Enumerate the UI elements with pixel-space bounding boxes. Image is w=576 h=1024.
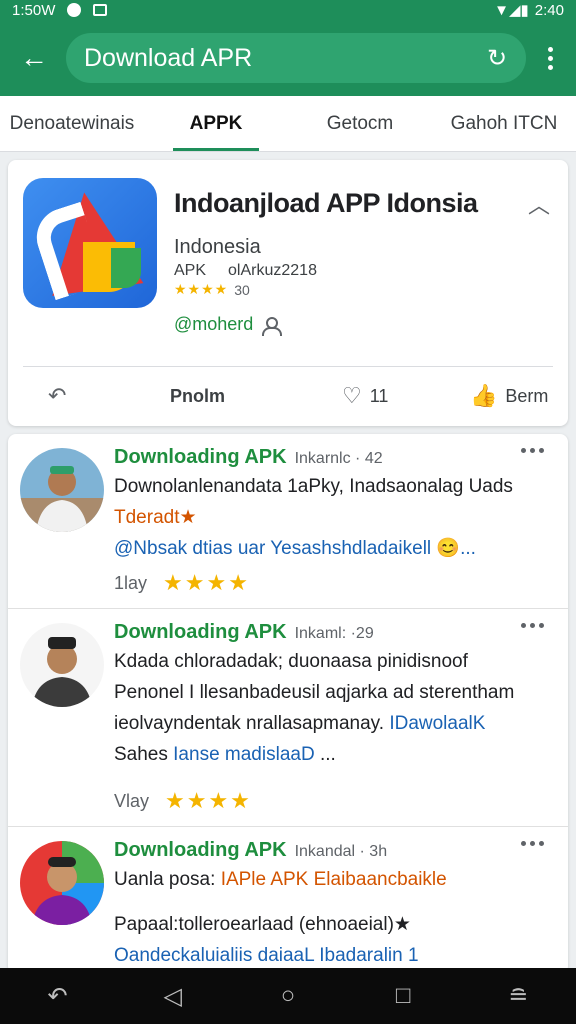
home-circle-icon[interactable]: ○: [268, 982, 308, 1010]
refresh-icon[interactable]: ↻: [482, 43, 512, 73]
app-subtitle: Indonesia: [174, 236, 261, 258]
search-bar[interactable]: Download APR ↻: [66, 33, 526, 83]
system-nav-bar: ↶ ◁ ○ □ ≘: [0, 968, 576, 1024]
avatar[interactable]: [20, 448, 104, 532]
avatar[interactable]: [20, 623, 104, 707]
app-info-card: Indoanjload APP Idonsia ︿ Indonesia APK o…: [8, 160, 568, 426]
review-text: Uanla posa: IAPle APK Elaibaancbaikle Pa…: [114, 864, 552, 971]
review-item: Downloading APK Inkaml: ·29 Kdada chlora…: [8, 609, 568, 827]
search-input[interactable]: Download APR: [84, 44, 482, 73]
status-time: 1:50W: [12, 1, 56, 19]
avatar[interactable]: [20, 841, 104, 925]
app-logo-icon[interactable]: [23, 178, 157, 308]
person-add-icon[interactable]: [261, 316, 283, 336]
image-notification-icon: [93, 4, 108, 16]
review-line-text: Sahes: [114, 744, 168, 765]
signal-icon: ▼◢▮: [494, 2, 529, 19]
review-line: ieolvayndentak nrallasapmanay. IDawolaal…: [114, 708, 552, 739]
review-line: Papaal:tolleroearlaad (ehnoaeial)★: [114, 914, 411, 935]
tab-apk[interactable]: APPK: [144, 96, 288, 151]
review-text: Kdada chloradadak; duonaasa pinidisnoof …: [114, 646, 552, 770]
primary-action-button[interactable]: Pnolm: [170, 386, 225, 407]
recents-square-icon[interactable]: □: [383, 982, 423, 1010]
more-options-icon[interactable]: [521, 841, 544, 846]
review-date: 1lay: [114, 572, 148, 593]
review-line: Tderadt★: [114, 507, 197, 528]
chevron-up-icon[interactable]: ︿: [526, 188, 552, 218]
developer-link[interactable]: @moherd: [174, 314, 283, 336]
back-triangle-icon[interactable]: ◁: [153, 982, 193, 1011]
review-ellipsis: ...: [319, 744, 336, 765]
thumbs-up-label: Berm: [505, 385, 549, 406]
app-bar: ← Download APR ↻: [0, 20, 576, 96]
app-meta: APK olArkuz2218: [174, 262, 317, 280]
review-link[interactable]: IDawolaalK: [389, 713, 485, 734]
more-options-icon[interactable]: [521, 623, 544, 628]
review-author[interactable]: Downloading APK: [114, 446, 287, 469]
review-author[interactable]: Downloading APK: [114, 839, 287, 862]
thumbs-up-button[interactable]: 👍 Berm: [470, 383, 548, 409]
notification-icon: [67, 3, 82, 17]
review-date: Vlay: [114, 790, 150, 811]
share-button[interactable]: ↶: [48, 383, 66, 409]
review-meta: Inkaml: ·29: [294, 625, 374, 642]
action-row: ↶ Pnolm ♡ 11 👍 Berm: [8, 367, 568, 425]
tab-1[interactable]: Denoatewinais: [0, 96, 144, 151]
rating-stars: ★★★★: [174, 281, 229, 297]
review-line: Uanla posa: IAPle APK Elaibaancbaikle: [114, 864, 552, 895]
thumbs-up-icon: 👍: [470, 383, 498, 408]
overflow-menu-icon[interactable]: [538, 46, 562, 70]
review-text: Downolanlenandata 1aPky, Inadsaonalag Ua…: [114, 471, 552, 564]
review-stars: ★★★★: [163, 570, 250, 595]
heart-icon: ♡: [342, 383, 362, 408]
like-count: 11: [369, 385, 389, 406]
app-version: olArkuz2218: [228, 262, 317, 279]
review-meta: Inkandal · 3h: [294, 843, 388, 860]
review-line-highlight: IAPle APK Elaibaancbaikle: [220, 869, 447, 890]
review-item: Downloading APK Inkandal · 3h Uanla posa…: [8, 827, 568, 971]
review-meta: Inkarnlc · 42: [294, 450, 383, 467]
status-bar: 1:50W ▼◢▮ 2:40: [0, 0, 576, 20]
tab-3[interactable]: Getocm: [288, 96, 432, 151]
tab-4[interactable]: Gahoh ITCN: [432, 96, 576, 151]
review-line: Downolanlenandata 1aPky, Inadsaonalag Ua…: [114, 476, 513, 497]
developer-name[interactable]: @moherd: [174, 314, 253, 335]
app-type: APK: [174, 262, 207, 279]
reviews-list: Downloading APK Inkarnlc · 42 Downolanle…: [8, 434, 568, 974]
back-arrow-icon[interactable]: ←: [14, 38, 54, 78]
reply-arrow-icon: ↶: [48, 383, 67, 408]
review-line-text: Uanla posa:: [114, 869, 216, 890]
review-line: Sahes Ianse madislaaD ...: [114, 739, 552, 770]
tab-bar: Denoatewinais APPK Getocm Gahoh ITCN: [0, 96, 576, 152]
app-rating: ★★★★ 30: [174, 281, 250, 298]
review-line-text: ieolvayndentak nrallasapmanay.: [114, 713, 385, 734]
rating-count: 30: [234, 281, 250, 298]
like-button[interactable]: ♡ 11: [342, 383, 388, 409]
review-line: Kdada chloradadak; duonaasa pinidisnoof: [114, 651, 468, 672]
review-line: Penonel I llesanbadeusil aqjarka ad ster…: [114, 682, 515, 703]
status-clock: 2:40: [534, 1, 564, 19]
review-item: Downloading APK Inkarnlc · 42 Downolanle…: [8, 434, 568, 609]
review-link[interactable]: Ianse madislaaD: [173, 744, 315, 765]
review-link[interactable]: @Nbsak dtias uar Yesashshdladaikell 😊...: [114, 533, 552, 564]
review-stars: ★★★★: [165, 788, 252, 813]
menu-stack-icon[interactable]: ≘: [498, 982, 538, 1011]
review-author[interactable]: Downloading APK: [114, 621, 287, 644]
review-link[interactable]: Oandeckaluialiis daiaaL Ibadaralin 1: [114, 940, 552, 971]
app-title: Indoanjload APP Idonsia: [174, 188, 478, 218]
more-options-icon[interactable]: [521, 448, 544, 453]
back-gesture-icon[interactable]: ↶: [38, 982, 78, 1011]
